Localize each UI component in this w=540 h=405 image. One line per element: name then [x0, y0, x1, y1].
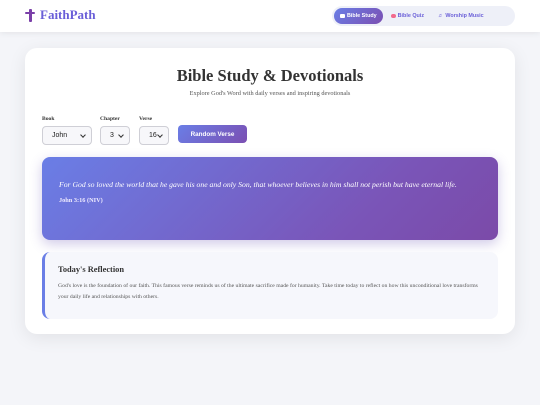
- chevron-down-icon: [80, 131, 86, 138]
- nav-label: Bible Study: [347, 13, 377, 19]
- book-select[interactable]: John: [42, 126, 92, 145]
- nav-label: Worship Music: [445, 13, 484, 19]
- nav-bible-study[interactable]: Bible Study: [334, 8, 383, 24]
- nav-bible-quiz[interactable]: Bible Quiz: [385, 8, 430, 24]
- reflection-section: Today's Reflection God's love is the fou…: [42, 252, 498, 319]
- book-value: John: [52, 132, 68, 139]
- verse-select[interactable]: 16: [139, 126, 169, 145]
- nav-worship-music[interactable]: ♬ Worship Music: [432, 8, 490, 24]
- brand-name: FaithPath: [40, 7, 96, 22]
- reflection-title: Today's Reflection: [58, 265, 124, 274]
- main-nav: Bible Study Bible Quiz ♬ Worship Music: [332, 6, 515, 26]
- chapter-select[interactable]: 3: [100, 126, 130, 145]
- chevron-down-icon: [157, 131, 163, 138]
- cross-icon: [25, 8, 35, 22]
- brand-logo[interactable]: FaithPath: [25, 7, 96, 23]
- chapter-selector: Chapter 3: [100, 116, 130, 145]
- verse-label: Verse: [139, 116, 153, 122]
- brain-icon: [390, 14, 396, 18]
- page-subtitle: Explore God's Word with daily verses and…: [189, 90, 351, 97]
- book-selector: Book John: [42, 116, 92, 145]
- verse-card: For God so loved the world that he gave …: [42, 157, 498, 240]
- verse-selector: Verse 16: [139, 116, 169, 145]
- nav-label: Bible Quiz: [397, 13, 425, 19]
- book-icon: [340, 14, 345, 18]
- music-note-icon: ♬: [438, 13, 444, 19]
- chapter-value: 3: [110, 132, 114, 139]
- verse-reference: John 3:16 (NIV): [59, 197, 103, 204]
- page-title: Bible Study & Devotionals: [176, 66, 364, 85]
- random-verse-button[interactable]: Random Verse: [178, 125, 247, 143]
- top-navigation-bar: FaithPath Bible Study Bible Quiz ♬ Worsh…: [0, 0, 540, 32]
- verse-value: 16: [149, 132, 157, 139]
- verse-text: For God so loved the world that he gave …: [59, 180, 457, 189]
- chapter-label: Chapter: [100, 116, 120, 122]
- bible-study-card: Bible Study & Devotionals Explore God's …: [25, 48, 515, 334]
- reflection-body: God's love is the foundation of our fait…: [58, 283, 478, 300]
- book-label: Book: [42, 116, 55, 122]
- chevron-down-icon: [118, 131, 124, 138]
